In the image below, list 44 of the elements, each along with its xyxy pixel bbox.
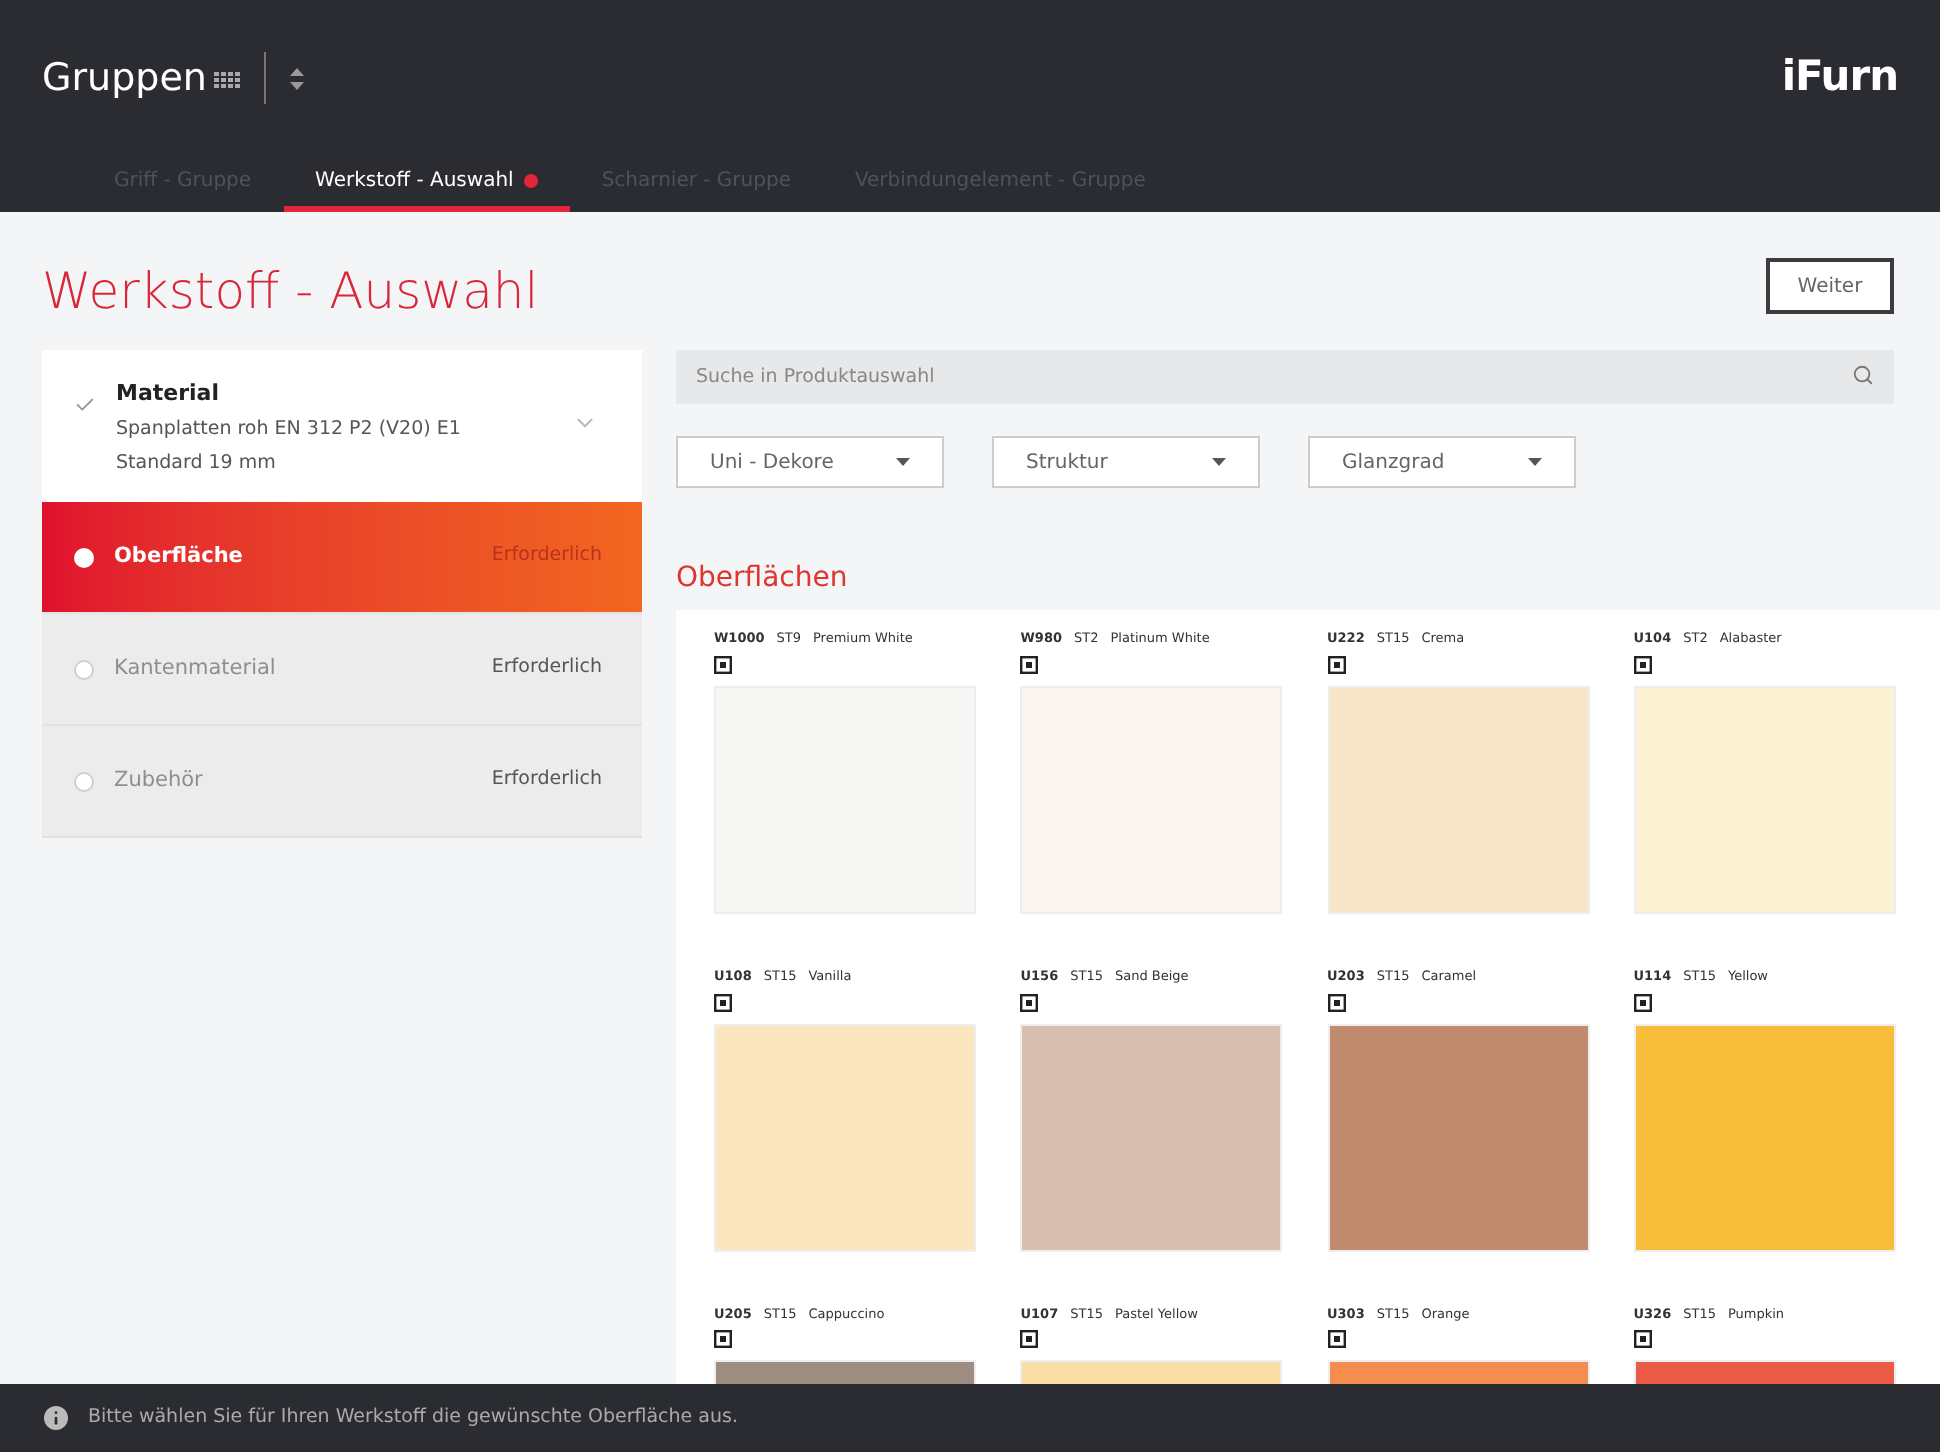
square-dot-icon [1020,1330,1039,1349]
square-dot-icon [1633,993,1652,1011]
square-dot-icon [714,655,732,674]
tab[interactable]: Werkstoff - Auswahl [283,156,570,212]
caret-icon [1528,458,1542,466]
square-dot-icon [714,993,732,1011]
section-title: Oberflächen [676,560,850,598]
step-row[interactable]: Kantenmaterial Erforderlich [42,614,642,726]
info-icon [40,1402,72,1434]
next-button[interactable]: Weiter [1766,258,1894,314]
square-dot-icon [1633,655,1652,674]
step-row[interactable]: Oberfläche Erforderlich [42,502,642,614]
step-title: Oberfläche [114,541,243,572]
square-dot-icon [1327,1330,1345,1349]
check-icon [74,394,96,416]
required-label: Erforderlich [491,542,602,571]
footer-message: Bitte wählen Sie für Ihren Werkstoff die gewünschte Oberfläche aus. [88,1403,738,1432]
filter-dropdown[interactable]: Glanzgrad [1308,436,1576,488]
square-dot-icon [1633,1330,1652,1349]
required-label: Erforderlich [491,654,602,683]
square-dot-icon [1020,655,1039,674]
step-title: Material [116,378,221,410]
step-title: Zubehör [114,765,203,796]
square-dot-icon [714,1330,732,1349]
header-title: Gruppen [42,53,207,104]
search-icon[interactable] [1852,364,1874,386]
filter-dropdown[interactable]: Uni - Dekore [676,436,944,488]
step-title: Kantenmaterial [114,653,276,684]
step-row[interactable]: Material Spanplatten roh EN 312 P2 (V20) E1 Standard 19 mm [42,350,642,502]
caret-icon [896,458,910,466]
square-dot-icon [1327,655,1345,674]
logo: iFurn [1781,50,1898,105]
sort-icon[interactable] [290,67,305,89]
grid-icon [214,72,241,90]
step-detail: Standard 19 mm [116,449,278,477]
search-field[interactable]: Suche in Produktauswahl [676,350,1894,404]
filter-dropdown[interactable]: Struktur [992,436,1260,488]
required-label: Erforderlich [491,766,602,795]
step-row[interactable]: Zubehör Erforderlich [42,726,642,838]
square-dot-icon [1327,993,1345,1011]
page-title: Werkstoff - Auswahl [42,260,539,325]
caret-icon [1212,458,1226,466]
square-dot-icon [1020,993,1039,1011]
step-detail: Spanplatten roh EN 312 P2 (V20) E1 [116,415,461,443]
